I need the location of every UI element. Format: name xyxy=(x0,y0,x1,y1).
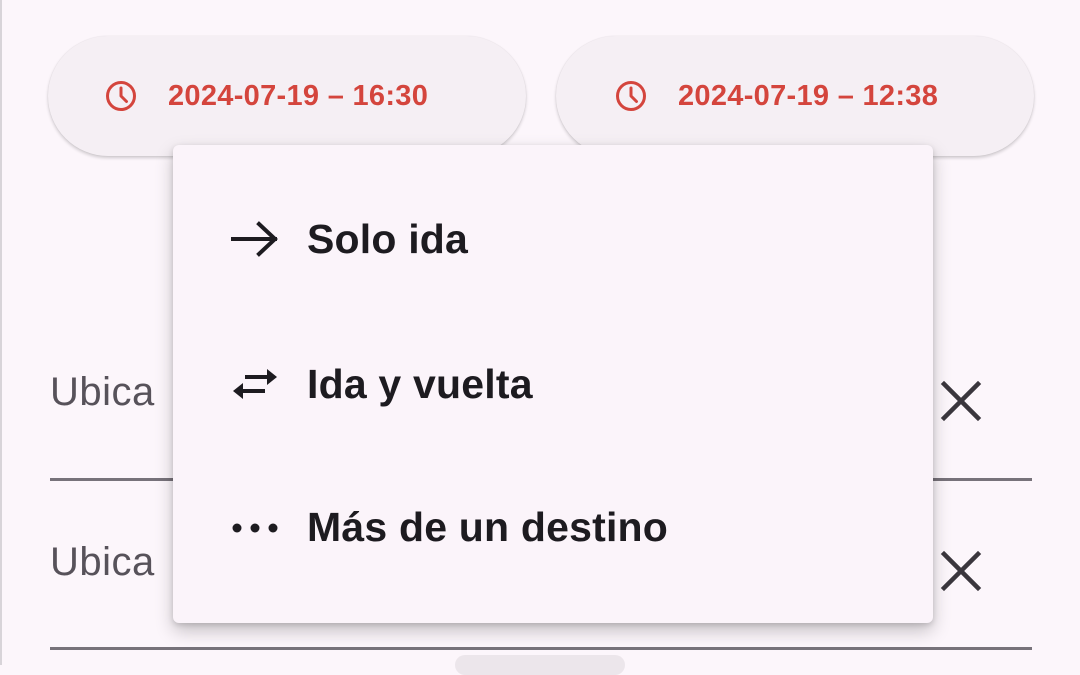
return-datetime-chip[interactable]: 2024-07-19 – 12:38 xyxy=(556,36,1034,156)
departure-datetime-chip[interactable]: 2024-07-19 – 16:30 xyxy=(48,36,526,156)
left-edge-divider xyxy=(0,0,2,665)
clock-icon xyxy=(616,81,646,111)
bottom-element-edge xyxy=(455,655,625,675)
arrow-right-icon xyxy=(231,221,278,257)
origin-location-text: Ubica xyxy=(50,370,155,414)
destination-field-underline xyxy=(50,647,1032,650)
trip-planner-screen: 2024-07-19 – 16:30 2024-07-19 – 12:38 Ub… xyxy=(0,0,1080,675)
menu-item-label: Solo ida xyxy=(307,215,469,262)
menu-item-solo-ida[interactable]: Solo ida xyxy=(173,169,933,309)
destination-location-text: Ubica xyxy=(50,540,155,584)
departure-datetime-label: 2024-07-19 – 16:30 xyxy=(168,79,429,112)
menu-item-mas-de-un-destino[interactable]: Más de un destino xyxy=(173,457,933,597)
menu-item-ida-y-vuelta[interactable]: Ida y vuelta xyxy=(173,314,933,454)
swap-horizontal-icon xyxy=(233,369,277,399)
menu-item-label: Ida y vuelta xyxy=(307,360,533,407)
more-horizontal-icon xyxy=(232,523,278,533)
trip-type-menu: Solo ida Ida y vuelta Más de un destino xyxy=(173,145,933,623)
close-icon[interactable] xyxy=(938,378,984,424)
close-icon[interactable] xyxy=(938,548,984,594)
menu-item-label: Más de un destino xyxy=(307,503,669,550)
return-datetime-label: 2024-07-19 – 12:38 xyxy=(678,79,939,112)
clock-icon xyxy=(106,81,136,111)
